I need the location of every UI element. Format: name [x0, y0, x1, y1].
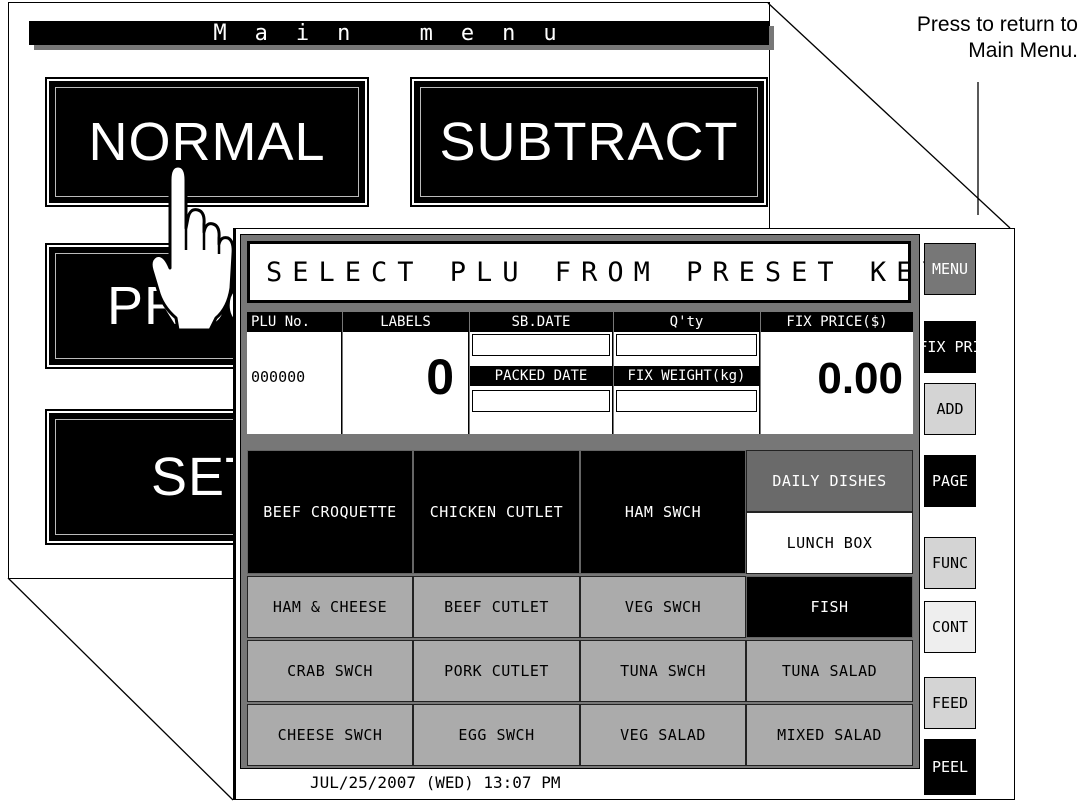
date-cell: SB.DATE PACKED DATE [470, 312, 613, 434]
key-beef-cutlet[interactable]: BEEF CUTLET [413, 576, 580, 638]
annotation-caption: Press to return to Main Menu. [838, 12, 1078, 64]
key-cheese-swch[interactable]: CHEESE SWCH [247, 704, 413, 766]
key-tuna-salad[interactable]: TUNA SALAD [746, 640, 913, 702]
fix-pri-button[interactable]: FIX PRI [918, 321, 982, 373]
key-crab-swch[interactable]: CRAB SWCH [247, 640, 413, 702]
fix-weight-label: FIX WEIGHT(kg) [614, 366, 759, 386]
preset-key-grid: BEEF CROQUETTE CHICKEN CUTLET HAM SWCH D… [247, 450, 913, 766]
key-chicken-cutlet[interactable]: CHICKEN CUTLET [413, 450, 580, 574]
key-mixed-salad[interactable]: MIXED SALAD [746, 704, 913, 766]
cont-button[interactable]: CONT [924, 601, 976, 653]
labels-value: 0 [426, 349, 454, 405]
fix-price-cell: FIX PRICE($) 0.00 [761, 312, 913, 434]
key-egg-swch[interactable]: EGG SWCH [413, 704, 580, 766]
caption-line-1: Press to return to [916, 13, 1078, 36]
key-tuna-swch[interactable]: TUNA SWCH [580, 640, 746, 702]
qty-label: Q'ty [614, 312, 759, 332]
fix-price-value: 0.00 [817, 354, 903, 403]
key-veg-swch[interactable]: VEG SWCH [580, 576, 746, 638]
key-daily-dishes[interactable]: DAILY DISHES [746, 450, 913, 512]
key-pork-cutlet[interactable]: PORK CUTLET [413, 640, 580, 702]
qty-weight-cell: Q'ty FIX WEIGHT(kg) [614, 312, 760, 434]
labels-label: LABELS [343, 312, 468, 332]
qty-field[interactable] [616, 334, 757, 356]
subtract-button[interactable]: SUBTRACT [410, 77, 768, 207]
key-beef-croquette[interactable]: BEEF CROQUETTE [247, 450, 413, 574]
fix-weight-field[interactable] [616, 390, 757, 412]
plu-info-row: PLU No. 000000 LABELS 0 SB.DATE PACKED D… [247, 312, 913, 434]
pointing-hand-icon [149, 164, 235, 332]
key-lunch-box[interactable]: LUNCH BOX [746, 512, 913, 574]
page-button[interactable]: PAGE [924, 455, 976, 507]
packed-date-label: PACKED DATE [470, 366, 612, 386]
sb-date-field[interactable] [472, 334, 610, 356]
plu-no-label: PLU No. [247, 312, 341, 332]
add-button[interactable]: ADD [924, 383, 976, 435]
menu-button[interactable]: MENU [924, 243, 976, 295]
date-time-display: JUL/25/2007 (WED) 13:07 PM [310, 773, 561, 792]
key-ham-swch[interactable]: HAM SWCH [580, 450, 746, 574]
feed-button[interactable]: FEED [924, 677, 976, 729]
plu-main-area: SELECT PLU FROM PRESET KEY PLU No. 00000… [240, 234, 939, 769]
labels-cell: LABELS 0 [343, 312, 469, 434]
plu-no-cell: PLU No. 000000 [247, 312, 342, 434]
key-fish[interactable]: FISH [746, 576, 913, 638]
caption-line-2: Main Menu. [968, 39, 1078, 62]
plu-select-screen: SELECT PLU FROM PRESET KEY PLU No. 00000… [233, 228, 1015, 800]
plu-no-value: 000000 [251, 368, 306, 386]
sb-date-label: SB.DATE [470, 312, 612, 332]
key-ham-cheese[interactable]: HAM & CHEESE [247, 576, 413, 638]
func-button[interactable]: FUNC [924, 537, 976, 589]
peel-button[interactable]: PEEL [924, 739, 976, 795]
key-veg-salad[interactable]: VEG SALAD [580, 704, 746, 766]
packed-date-field[interactable] [472, 390, 610, 412]
main-menu-title: Main menu [29, 21, 769, 46]
prompt-display: SELECT PLU FROM PRESET KEY [247, 241, 939, 303]
fix-price-label: FIX PRICE($) [761, 312, 913, 332]
